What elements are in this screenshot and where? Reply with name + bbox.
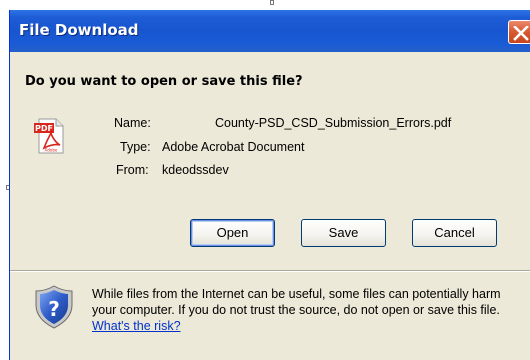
name-value: County-PSD_CSD_Submission_Errors.pdf: [215, 116, 452, 130]
type-value: Adobe Acrobat Document: [162, 140, 305, 154]
type-label: Type:: [120, 140, 151, 154]
title-bar[interactable]: File Download: [10, 10, 530, 52]
separator-highlight: [10, 271, 530, 272]
svg-text:?: ?: [48, 297, 60, 321]
whats-the-risk-link[interactable]: What's the risk?: [92, 319, 181, 333]
warning-text: While files from the Internet can be use…: [92, 287, 501, 317]
pdf-badge-text: PDF: [35, 124, 53, 133]
pdf-icon: PDF Adobe: [34, 118, 64, 154]
save-button[interactable]: Save: [301, 219, 386, 247]
from-label: From:: [116, 163, 149, 177]
selection-handle-top: [270, 0, 274, 5]
close-button[interactable]: [508, 20, 530, 44]
name-label: Name:: [114, 116, 151, 130]
from-value: kdeodssdev: [162, 163, 229, 177]
dialog-title: File Download: [19, 21, 139, 39]
shield-question-icon: ?: [35, 285, 73, 329]
security-warning: While files from the Internet can be use…: [92, 286, 528, 334]
cancel-button[interactable]: Cancel: [412, 219, 497, 247]
close-icon: [513, 26, 529, 41]
file-download-dialog: File Download Do you want to open or sav…: [9, 10, 530, 360]
download-question: Do you want to open or save this file?: [25, 74, 303, 89]
open-button[interactable]: Open: [190, 219, 275, 247]
pdf-brand-text: Adobe: [45, 148, 58, 153]
